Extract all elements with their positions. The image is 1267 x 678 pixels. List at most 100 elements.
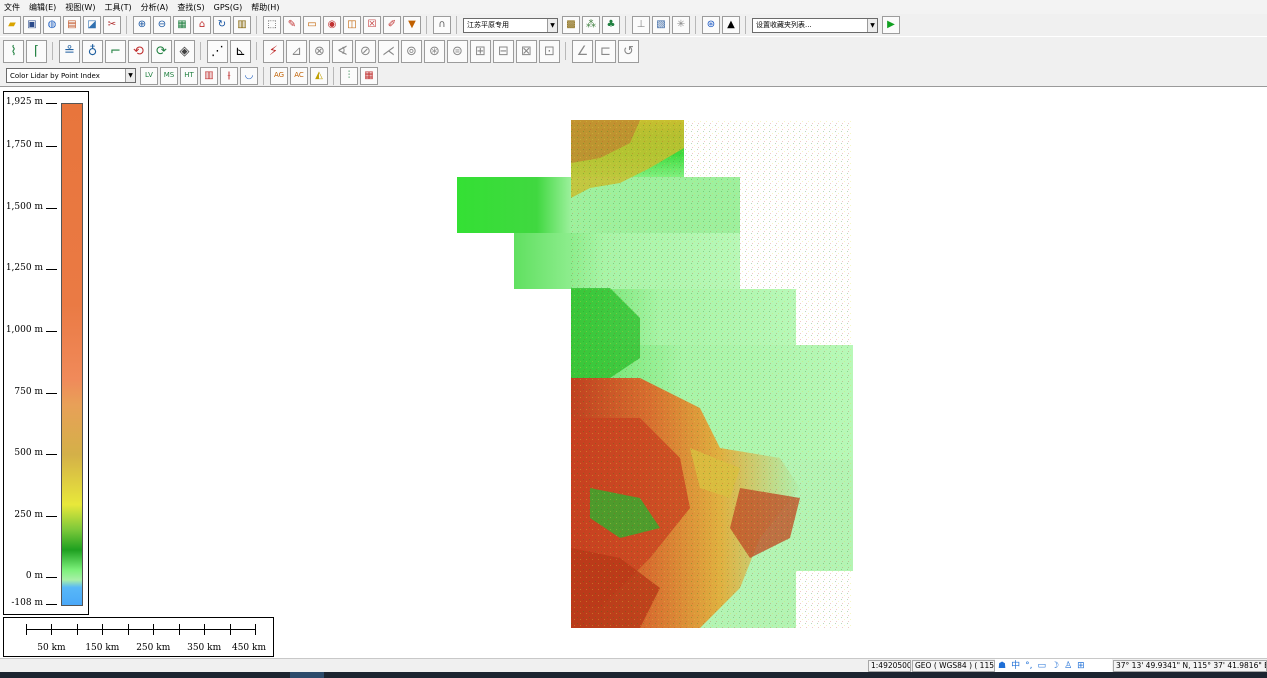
merge-icon[interactable]: ⋌ [378,39,399,63]
overlay-icon[interactable]: ◪ [83,16,101,34]
lidar-color-select-value: Color Lidar by Point Index [10,71,100,80]
save-icon[interactable]: ▣ [23,16,41,34]
tools-icon[interactable]: ✂ [103,16,121,34]
ime-toolbar[interactable]: ☗ 中 °, ▭ ☽ ♙ ⊞ [995,659,1112,673]
lidar-ht-icon[interactable]: HT [180,66,198,85]
menu-help[interactable]: 帮助(H) [251,2,279,13]
menu-gps[interactable]: GPS(G) [214,3,243,12]
lidar-split-icon[interactable]: ⫲ [220,66,238,85]
close-edit-icon[interactable]: ↺ [618,39,639,63]
edit-path-icon[interactable]: ⊾ [230,39,251,63]
digitize-point-icon[interactable]: ≗ [59,39,80,63]
menu-file[interactable]: 文件 [4,2,20,13]
north-arrow-icon[interactable]: ▲ [722,16,740,34]
fill-icon[interactable]: ⟳ [151,39,172,63]
elevation-legend: 1,925 m 1,750 m 1,500 m 1,250 m 1,000 m 750 m… [3,91,89,615]
lidar-toolbar: Color Lidar by Point Index ▼ LV MS HT ▥ … [0,65,1267,87]
map-view-icon[interactable]: ▦ [173,16,191,34]
home-icon[interactable]: ⌂ [193,16,211,34]
open-folder-icon[interactable]: ▰ [3,16,21,34]
edit-vertex-icon[interactable]: ⌐ [105,39,126,63]
scale-bar-label: 50 km [37,643,66,653]
join-icon[interactable]: ⊗ [309,39,330,63]
menu-edit[interactable]: 编辑(E) [29,2,56,13]
select-icon[interactable]: ⬚ [263,16,281,34]
measure-icon[interactable]: ✎ [283,16,301,34]
play-icon[interactable]: ▶ [882,16,900,34]
layers-icon[interactable]: ▤ [63,16,81,34]
lidar-ac-icon[interactable]: AC [290,66,308,85]
globe-icon[interactable]: ◍ [43,16,61,34]
lidar-water-icon[interactable]: ◡ [240,66,258,85]
dots-icon[interactable]: ⁂ [582,16,600,34]
status-bar: 1:4920500 GEO ( WGS84 ) ( 115 ☗ 中 °, ▭ ☽… [0,658,1267,673]
lidar-profile-icon[interactable]: ⫶ [340,66,358,85]
legend-tick-label: 1,250 m [5,263,43,274]
ruler-icon[interactable]: ▭ [303,16,321,34]
ime-user-icon[interactable]: ♙ [1064,661,1072,671]
target-icon[interactable]: ⊛ [702,16,720,34]
rotate-icon[interactable]: ⟲ [128,39,149,63]
legend-tick-mark [46,515,57,517]
tree-icon[interactable]: ♣ [602,16,620,34]
undo-edit-icon[interactable]: ∠ [572,39,593,63]
chevron-down-icon: ▼ [547,18,557,32]
legend-tick-label: 1,000 m [5,324,43,335]
edit-map-icon[interactable]: ☒ [363,16,381,34]
cut-icon[interactable]: ⊘ [355,39,376,63]
area-icon[interactable]: ◫ [343,16,361,34]
simplify-icon[interactable]: ⊡ [539,39,560,63]
intersect-icon[interactable]: ⊜ [447,39,468,63]
ime-grid-icon[interactable]: ⊞ [1077,661,1085,671]
legend-tick-label: 1,500 m [5,201,43,212]
lidar-ms-icon[interactable]: MS [160,66,178,85]
scale-bar-tick [178,624,180,635]
lidar-grid-icon[interactable]: ▦ [360,66,378,85]
star-icon[interactable]: ✳ [672,16,690,34]
offset-icon[interactable]: ⊚ [401,39,422,63]
lidar-ag-icon[interactable]: AG [270,66,288,85]
clip-icon[interactable]: ⊟ [493,39,514,63]
projection-select[interactable]: 江苏平原专用 ▼ [463,17,558,33]
reshape-icon[interactable]: ∢ [332,39,353,63]
smooth-icon[interactable]: ⊿ [286,39,307,63]
ime-skin-icon[interactable]: ☗ [998,661,1006,671]
digitize-area-icon[interactable]: ⌈ [26,39,47,63]
down-arrow-icon[interactable]: ▼ [403,16,421,34]
erase-icon[interactable]: ⊠ [516,39,537,63]
lidar-bar-icon[interactable]: ▥ [200,66,218,85]
buffer-icon[interactable]: ⊛ [424,39,445,63]
redo-edit-icon[interactable]: ⊏ [595,39,616,63]
menu-search[interactable]: 查找(S) [177,2,204,13]
move-feature-icon[interactable]: ♁ [82,39,103,63]
menu-analysis[interactable]: 分析(A) [141,2,169,13]
paint-icon[interactable]: ▩ [562,16,580,34]
legend-tick-label: 1,750 m [5,140,43,151]
dots-select-icon[interactable]: ◈ [174,39,195,63]
pencil-icon[interactable]: ✐ [383,16,401,34]
refresh-icon[interactable]: ↻ [213,16,231,34]
menu-view[interactable]: 视图(W) [65,2,95,13]
lidar-cube-icon[interactable]: ◭ [310,66,328,85]
ime-moon-icon[interactable]: ☽ [1051,661,1059,671]
elevation-icon[interactable]: ⊥ [632,16,650,34]
query-icon[interactable]: ◉ [323,16,341,34]
zoom-in-icon[interactable]: ⊕ [133,16,151,34]
lidar-lv-icon[interactable]: LV [140,66,158,85]
export-icon[interactable]: ▧ [652,16,670,34]
lidar-color-select[interactable]: Color Lidar by Point Index ▼ [6,68,136,83]
split-icon[interactable]: ⋰ [207,39,228,63]
trace-icon[interactable]: ⚡ [263,39,284,63]
taskbar-active-app[interactable] [290,672,324,678]
ime-punct-icon[interactable]: °, [1025,661,1032,671]
digitize-line-icon[interactable]: ⌇ [3,39,24,63]
map-view[interactable]: 1,925 m 1,750 m 1,500 m 1,250 m 1,000 m 750 m… [0,88,1267,658]
favorites-select[interactable]: 设置收藏夹列表... ▼ [752,17,878,33]
grid-view-icon[interactable]: ▥ [233,16,251,34]
union-icon[interactable]: ⊞ [470,39,491,63]
arch-icon[interactable]: ∩ [433,16,451,34]
menu-tools[interactable]: 工具(T) [104,2,131,13]
zoom-out-icon[interactable]: ⊖ [153,16,171,34]
ime-keyboard-icon[interactable]: ▭ [1037,661,1046,671]
ime-chinese-icon[interactable]: 中 [1011,661,1020,671]
